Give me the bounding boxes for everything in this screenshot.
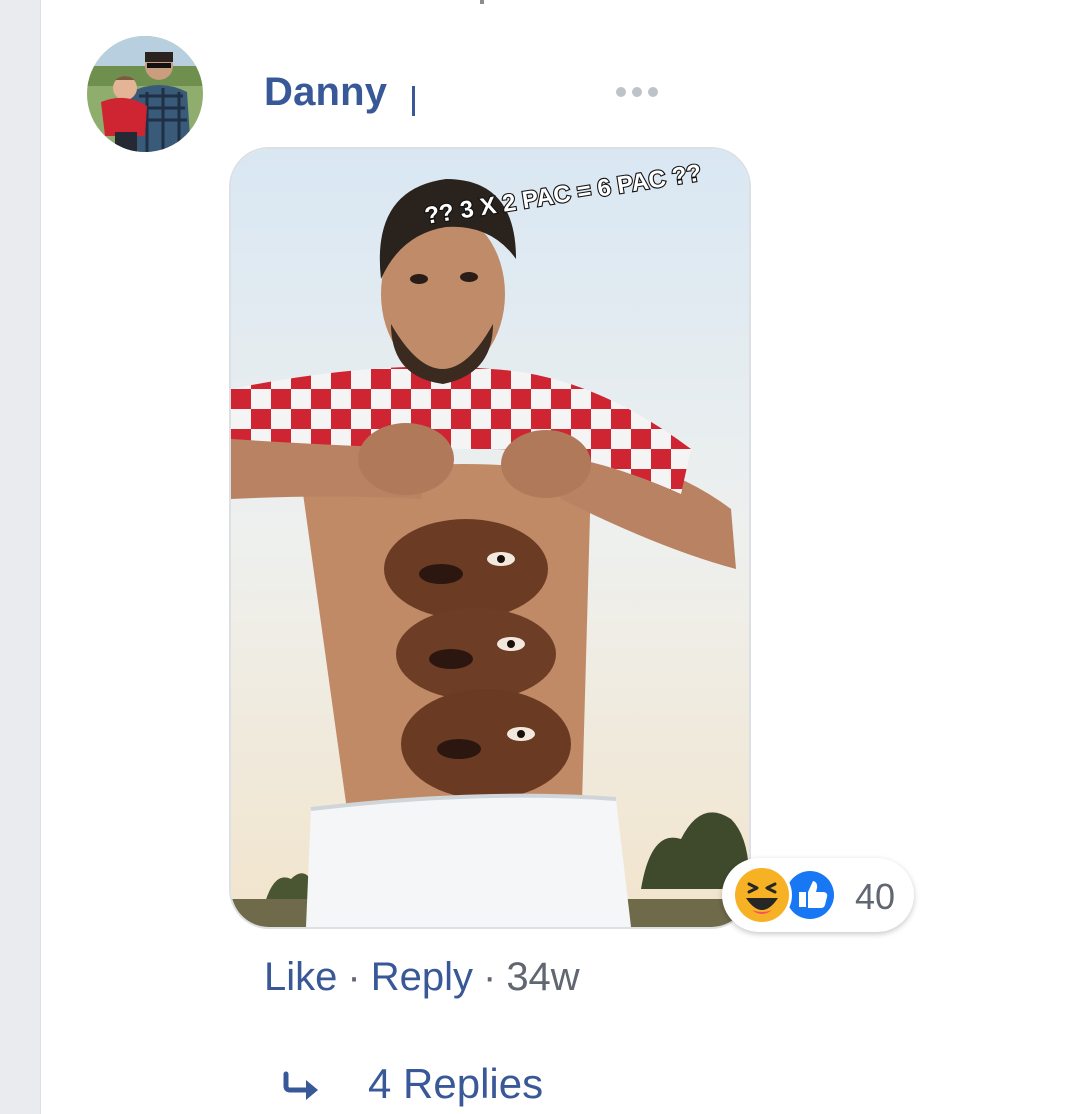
text-cursor [412,86,415,116]
comment-timestamp[interactable]: 34w [506,955,579,1000]
more-options-button[interactable] [612,84,662,100]
divider [480,0,484,4]
reaction-count: 40 [855,876,896,917]
like-button[interactable]: Like [264,955,337,1000]
more-horizontal-icon [632,87,642,97]
avatar[interactable] [87,36,203,152]
photo-illustration: ?? 3 X 2 PAC = 6 PAC ?? [231,149,749,927]
avatar-photo [87,36,203,152]
comment-photo[interactable]: ?? 3 X 2 PAC = 6 PAC ?? [229,147,751,929]
left-rail [0,0,41,1114]
comment-author[interactable]: Danny [264,70,387,115]
separator: · [482,955,497,999]
replies-count-label: 4 Replies [368,1060,544,1107]
comment-actions: Like · Reply · 34w [264,955,580,1000]
more-horizontal-icon [648,87,658,97]
face-2 [396,608,556,700]
view-replies-button[interactable]: 4 Replies [282,1060,543,1108]
reactions-summary[interactable]: 40 [722,858,914,932]
face-3 [401,689,571,799]
more-horizontal-icon [616,87,626,97]
laugh-reaction-icon [732,865,792,925]
face-1 [384,519,548,619]
reply-button[interactable]: Reply [371,955,473,1000]
reply-arrow-icon [283,1071,318,1100]
separator: · [347,955,361,999]
